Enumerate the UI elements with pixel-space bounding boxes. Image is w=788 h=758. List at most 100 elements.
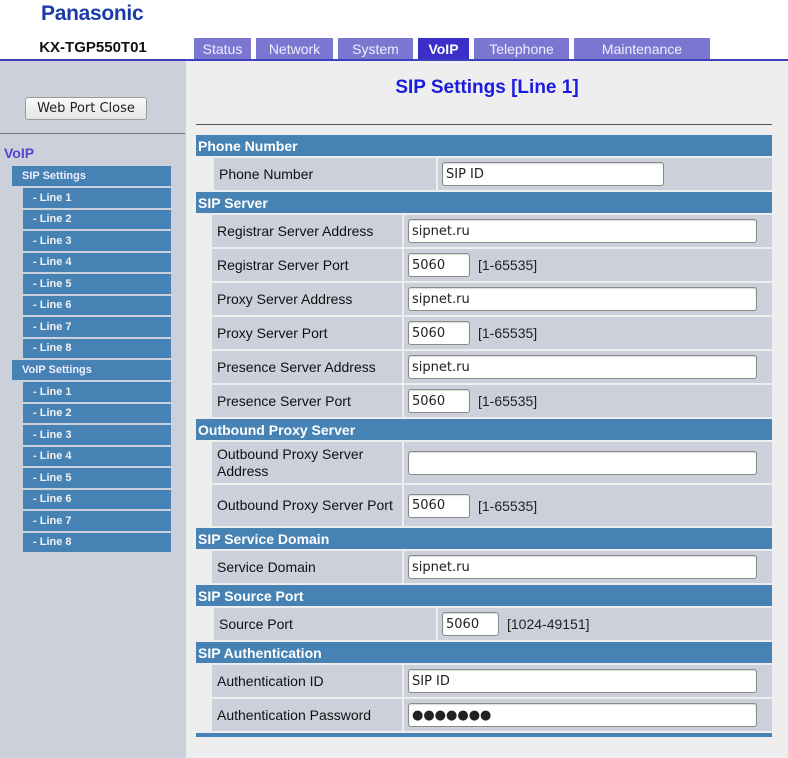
- section-header-sip-server: SIP Server: [196, 192, 772, 213]
- main-tabs: Status Network System VoIP Telephone Mai…: [194, 38, 715, 59]
- row-proxy-address: Proxy Server Address sipnet.ru: [212, 283, 772, 315]
- section-header-next: [196, 733, 772, 737]
- proxy-address-input[interactable]: sipnet.ru: [408, 287, 757, 311]
- sidebar-item-sip-line-6[interactable]: - Line 6: [23, 295, 171, 315]
- value-cell: 5060 [1-65535]: [404, 485, 772, 526]
- registrar-address-input[interactable]: sipnet.ru: [408, 219, 757, 243]
- outbound-port-input[interactable]: 5060: [408, 493, 470, 518]
- sidebar-item-sip-line-2[interactable]: - Line 2: [23, 209, 171, 229]
- row-registrar-port: Registrar Server Port 5060 [1-65535]: [212, 249, 772, 281]
- value-cell: sipnet.ru: [404, 351, 772, 383]
- sidebar-item-sip-line-3[interactable]: - Line 3: [23, 231, 171, 251]
- sidebar-item-sip-settings[interactable]: SIP Settings: [12, 166, 171, 186]
- row-outbound-port: Outbound Proxy Server Port 5060 [1-65535…: [212, 485, 772, 526]
- source-port-input[interactable]: 5060: [442, 612, 499, 636]
- sidebar-item-voip-line-8[interactable]: - Line 8: [23, 532, 171, 552]
- row-auth-password: Authentication Password ●●●●●●●: [212, 699, 772, 731]
- label-registrar-address: Registrar Server Address: [212, 215, 402, 247]
- row-phone-number: Phone Number SIP ID: [214, 158, 772, 190]
- sidebar-item-voip-line-1[interactable]: - Line 1: [23, 382, 171, 402]
- sidebar-item-voip-settings[interactable]: VoIP Settings: [12, 360, 171, 380]
- value-cell: 5060 [1024-49151]: [438, 608, 772, 640]
- section-header-service-domain: SIP Service Domain: [196, 528, 772, 549]
- proxy-port-range: [1-65535]: [478, 325, 538, 341]
- auth-password-input[interactable]: ●●●●●●●: [408, 703, 757, 727]
- sidebar-item-sip-line-1[interactable]: - Line 1: [23, 188, 171, 208]
- sidebar-item-voip-line-7[interactable]: - Line 7: [23, 511, 171, 531]
- sidebar: Web Port Close VoIP SIP Settings - Line …: [0, 61, 186, 758]
- label-phone-number: Phone Number: [214, 158, 436, 190]
- label-proxy-address: Proxy Server Address: [212, 283, 402, 315]
- label-service-domain: Service Domain: [212, 551, 402, 583]
- sidebar-item-sip-line-4[interactable]: - Line 4: [23, 252, 171, 272]
- label-outbound-address: Outbound Proxy Server Address: [212, 442, 402, 483]
- value-cell: 5060 [1-65535]: [404, 249, 772, 281]
- section-header-phone-number: Phone Number: [196, 135, 772, 156]
- value-cell: sipnet.ru: [404, 551, 772, 583]
- title-divider: [196, 124, 772, 125]
- outbound-address-input[interactable]: [408, 450, 757, 475]
- label-auth-password: Authentication Password: [212, 699, 402, 731]
- label-proxy-port: Proxy Server Port: [212, 317, 402, 349]
- value-cell: sipnet.ru: [404, 283, 772, 315]
- row-presence-address: Presence Server Address sipnet.ru: [212, 351, 772, 383]
- model-name: KX-TGP550T01: [39, 39, 147, 56]
- section-header-authentication: SIP Authentication: [196, 642, 772, 663]
- sidebar-item-voip-line-5[interactable]: - Line 5: [23, 468, 171, 488]
- value-cell: 5060 [1-65535]: [404, 385, 772, 417]
- label-presence-address: Presence Server Address: [212, 351, 402, 383]
- label-registrar-port: Registrar Server Port: [212, 249, 402, 281]
- label-presence-port: Presence Server Port: [212, 385, 402, 417]
- sidebar-item-voip-line-6[interactable]: - Line 6: [23, 489, 171, 509]
- row-outbound-address: Outbound Proxy Server Address: [212, 442, 772, 483]
- outbound-port-range: [1-65535]: [478, 497, 538, 514]
- presence-port-input[interactable]: 5060: [408, 389, 470, 413]
- row-service-domain: Service Domain sipnet.ru: [212, 551, 772, 583]
- section-header-source-port: SIP Source Port: [196, 585, 772, 606]
- label-outbound-port: Outbound Proxy Server Port: [212, 485, 402, 526]
- tab-maintenance[interactable]: Maintenance: [574, 38, 710, 59]
- page-title: SIP Settings [Line 1]: [395, 77, 579, 98]
- sidebar-divider: [0, 133, 185, 134]
- sidebar-item-sip-line-8[interactable]: - Line 8: [23, 338, 171, 358]
- sidebar-section-voip: VoIP: [4, 145, 35, 161]
- sidebar-item-sip-line-7[interactable]: - Line 7: [23, 317, 171, 337]
- tab-voip[interactable]: VoIP: [418, 38, 469, 59]
- sidebar-item-voip-line-2[interactable]: - Line 2: [23, 403, 171, 423]
- panasonic-logo: Panasonic: [41, 2, 144, 25]
- main-content: SIP Settings [Line 1] Phone Number Phone…: [186, 61, 788, 758]
- value-cell: SIP ID: [404, 665, 772, 697]
- row-presence-port: Presence Server Port 5060 [1-65535]: [212, 385, 772, 417]
- value-cell: ●●●●●●●: [404, 699, 772, 731]
- registrar-port-input[interactable]: 5060: [408, 253, 470, 277]
- sidebar-item-voip-line-4[interactable]: - Line 4: [23, 446, 171, 466]
- phone-number-input[interactable]: SIP ID: [442, 162, 664, 186]
- tab-status[interactable]: Status: [194, 38, 251, 59]
- value-cell: [404, 442, 772, 483]
- label-source-port: Source Port: [214, 608, 436, 640]
- sip-settings-form: Phone Number Phone Number SIP ID SIP Ser…: [196, 135, 772, 739]
- service-domain-input[interactable]: sipnet.ru: [408, 555, 757, 579]
- tab-network[interactable]: Network: [256, 38, 333, 59]
- web-port-close-button[interactable]: Web Port Close: [25, 97, 147, 120]
- proxy-port-input[interactable]: 5060: [408, 321, 470, 345]
- row-registrar-address: Registrar Server Address sipnet.ru: [212, 215, 772, 247]
- auth-id-input[interactable]: SIP ID: [408, 669, 757, 693]
- label-auth-id: Authentication ID: [212, 665, 402, 697]
- source-port-range: [1024-49151]: [507, 616, 590, 632]
- presence-port-range: [1-65535]: [478, 393, 538, 409]
- row-source-port: Source Port 5060 [1024-49151]: [214, 608, 772, 640]
- value-cell: 5060 [1-65535]: [404, 317, 772, 349]
- tab-telephone[interactable]: Telephone: [474, 38, 569, 59]
- sidebar-item-sip-line-5[interactable]: - Line 5: [23, 274, 171, 294]
- sidebar-item-voip-line-3[interactable]: - Line 3: [23, 425, 171, 445]
- row-auth-id: Authentication ID SIP ID: [212, 665, 772, 697]
- presence-address-input[interactable]: sipnet.ru: [408, 355, 757, 379]
- registrar-port-range: [1-65535]: [478, 257, 538, 273]
- sidebar-menu: SIP Settings - Line 1 - Line 2 - Line 3 …: [0, 166, 186, 554]
- tab-system[interactable]: System: [338, 38, 413, 59]
- section-header-outbound-proxy: Outbound Proxy Server: [196, 419, 772, 440]
- value-cell: sipnet.ru: [404, 215, 772, 247]
- row-proxy-port: Proxy Server Port 5060 [1-65535]: [212, 317, 772, 349]
- value-cell: SIP ID: [438, 158, 772, 190]
